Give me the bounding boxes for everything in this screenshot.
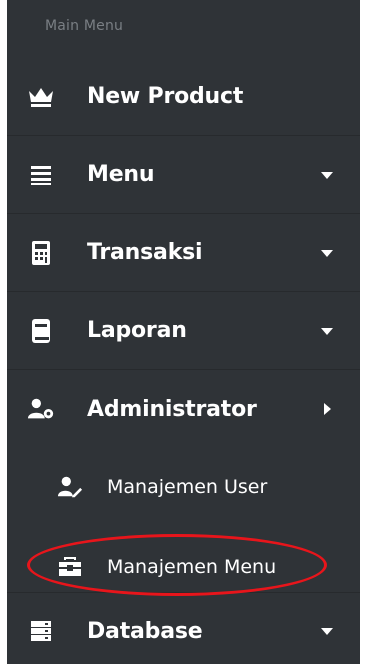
- sidebar-item-menu[interactable]: Menu: [7, 136, 360, 214]
- chevron-right-icon: [320, 402, 334, 416]
- submenu-item-label: Manajemen User: [107, 476, 268, 498]
- user-edit-icon: [57, 474, 83, 500]
- sidebar-item-label: Menu: [87, 162, 155, 187]
- sidebar-item-new-product[interactable]: New Product: [7, 58, 360, 136]
- sidebar-item-label: Transaksi: [87, 240, 203, 265]
- section-label-main-menu: Main Menu: [45, 18, 124, 34]
- toolbox-icon: [57, 554, 83, 580]
- sidebar-item-label: Administrator: [87, 396, 257, 422]
- sidebar-item-label: Database: [87, 618, 203, 644]
- chevron-down-icon: [320, 324, 334, 338]
- sidebar: Main Menu New Product Menu Transaksi Lap…: [7, 0, 360, 670]
- chevron-down-icon: [320, 624, 334, 638]
- sidebar-item-database[interactable]: Database: [7, 592, 360, 670]
- sidebar-item-laporan[interactable]: Laporan: [7, 292, 360, 370]
- users-cog-icon: [27, 395, 55, 423]
- bottom-edge: [7, 664, 360, 670]
- calculator-icon: [27, 239, 55, 267]
- list-icon: [27, 161, 55, 189]
- submenu-item-manajemen-user[interactable]: Manajemen User: [7, 452, 360, 522]
- sidebar-item-label: Laporan: [87, 318, 187, 343]
- chevron-down-icon: [320, 246, 334, 260]
- submenu-item-label: Manajemen Menu: [107, 556, 277, 578]
- book-icon: [27, 317, 55, 345]
- sidebar-item-administrator[interactable]: Administrator: [7, 370, 360, 448]
- sidebar-item-label: New Product: [87, 84, 244, 109]
- chevron-down-icon: [320, 168, 334, 182]
- crown-icon: [27, 83, 55, 111]
- sidebar-item-transaksi[interactable]: Transaksi: [7, 214, 360, 292]
- database-icon: [27, 617, 55, 645]
